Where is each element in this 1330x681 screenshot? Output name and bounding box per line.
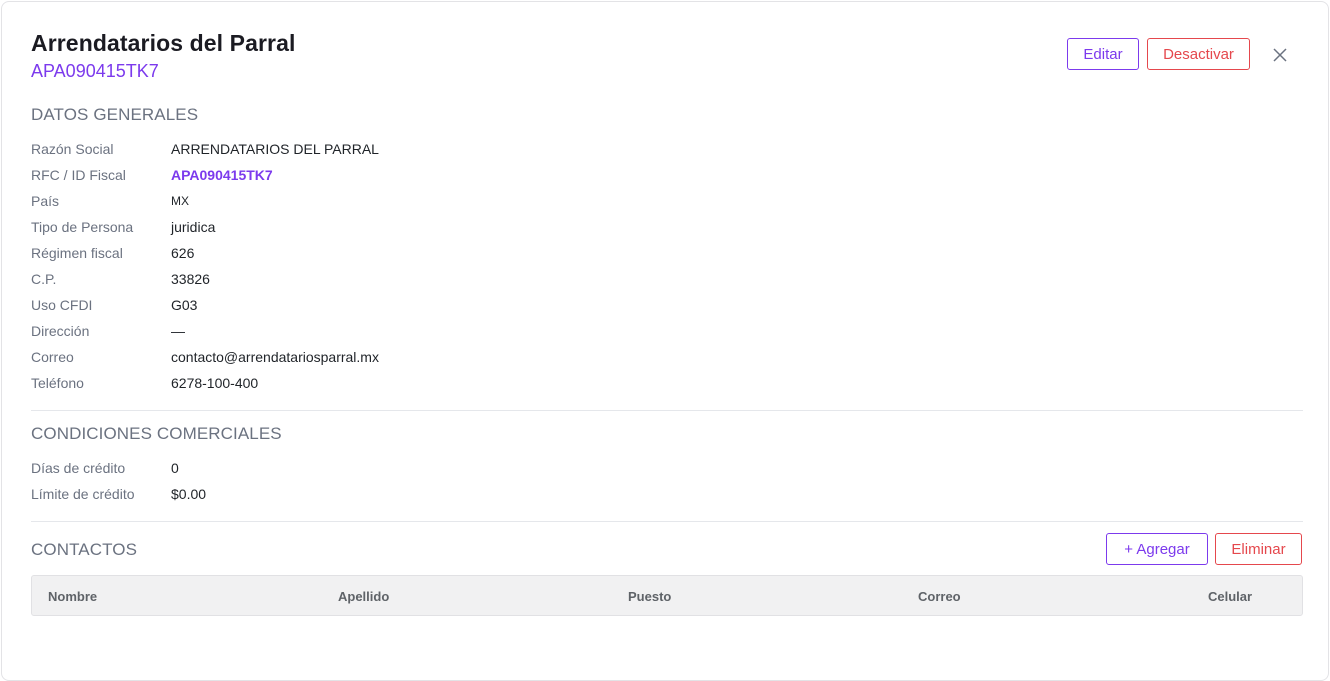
field-label: C.P. xyxy=(31,271,57,287)
field-value: — xyxy=(171,323,185,339)
field-label: Régimen fiscal xyxy=(31,245,123,261)
field-value: 33826 xyxy=(171,271,210,287)
field-value: 626 xyxy=(171,245,195,261)
field-label: País xyxy=(31,193,60,209)
field-label: Razón Social xyxy=(31,141,114,157)
field-row-limite-credito: Límite de crédito $0.00 xyxy=(31,484,206,504)
field-row-telefono: Teléfono 6278-100-400 xyxy=(31,373,258,393)
column-header-apellido[interactable]: Apellido xyxy=(338,589,389,604)
field-label: Tipo de Persona xyxy=(31,219,134,235)
page-subtitle-rfc: APA090415TK7 xyxy=(31,61,159,81)
section-title-commercial: CONDICIONES COMERCIALES xyxy=(31,424,282,443)
add-contact-button[interactable]: + Agregar xyxy=(1106,533,1208,565)
field-label: Correo xyxy=(31,349,74,365)
delete-contact-button[interactable]: Eliminar xyxy=(1215,533,1302,565)
column-header-celular[interactable]: Celular xyxy=(1208,589,1252,604)
field-label: Límite de crédito xyxy=(31,486,135,502)
field-row-rfc: RFC / ID Fiscal APA090415TK7 xyxy=(31,165,273,185)
field-row-correo: Correo contacto@arrendatariosparral.mx xyxy=(31,347,379,367)
deactivate-button[interactable]: Desactivar xyxy=(1147,38,1250,70)
field-value: ARRENDATARIOS DEL PARRAL xyxy=(171,141,379,157)
close-icon[interactable] xyxy=(1268,43,1292,67)
field-row-pais: País MX xyxy=(31,191,189,211)
field-row-uso-cfdi: Uso CFDI G03 xyxy=(31,295,197,315)
field-value: MX xyxy=(171,194,189,208)
field-label: Días de crédito xyxy=(31,460,126,476)
field-row-razon-social: Razón Social ARRENDATARIOS DEL PARRAL xyxy=(31,139,379,159)
field-row-regimen: Régimen fiscal 626 xyxy=(31,243,194,263)
field-value: $0.00 xyxy=(171,486,207,502)
section-title-contacts: CONTACTOS xyxy=(31,540,138,559)
page-title: Arrendatarios del Parral xyxy=(31,30,296,56)
field-row-cp: C.P. 33826 xyxy=(31,269,210,289)
field-value: G03 xyxy=(171,297,198,313)
field-value: 0 xyxy=(171,460,179,476)
contacts-table-header: Nombre Apellido Puesto Correo Celular xyxy=(31,575,1303,616)
field-label: RFC / ID Fiscal xyxy=(31,167,126,183)
divider xyxy=(31,410,1303,411)
client-detail-panel: Arrendatarios del Parral APA090415TK7 Ed… xyxy=(1,1,1329,681)
field-label: Teléfono xyxy=(31,375,84,391)
field-row-tipo-persona: Tipo de Persona juridica xyxy=(31,217,215,237)
column-header-correo[interactable]: Correo xyxy=(918,589,961,604)
column-header-nombre[interactable]: Nombre xyxy=(48,589,97,604)
field-label: Uso CFDI xyxy=(31,297,93,313)
field-row-direccion: Dirección — xyxy=(31,321,185,341)
rfc-link[interactable]: APA090415TK7 xyxy=(171,167,273,183)
field-value: juridica xyxy=(171,219,216,235)
field-value: 6278-100-400 xyxy=(171,375,259,391)
edit-button[interactable]: Editar xyxy=(1067,38,1139,70)
divider xyxy=(31,521,1303,522)
column-header-puesto[interactable]: Puesto xyxy=(628,589,671,604)
field-label: Dirección xyxy=(31,323,90,339)
field-row-dias-credito: Días de crédito 0 xyxy=(31,458,179,478)
section-title-general: DATOS GENERALES xyxy=(31,105,199,124)
field-value: contacto@arrendatariosparral.mx xyxy=(171,349,379,365)
